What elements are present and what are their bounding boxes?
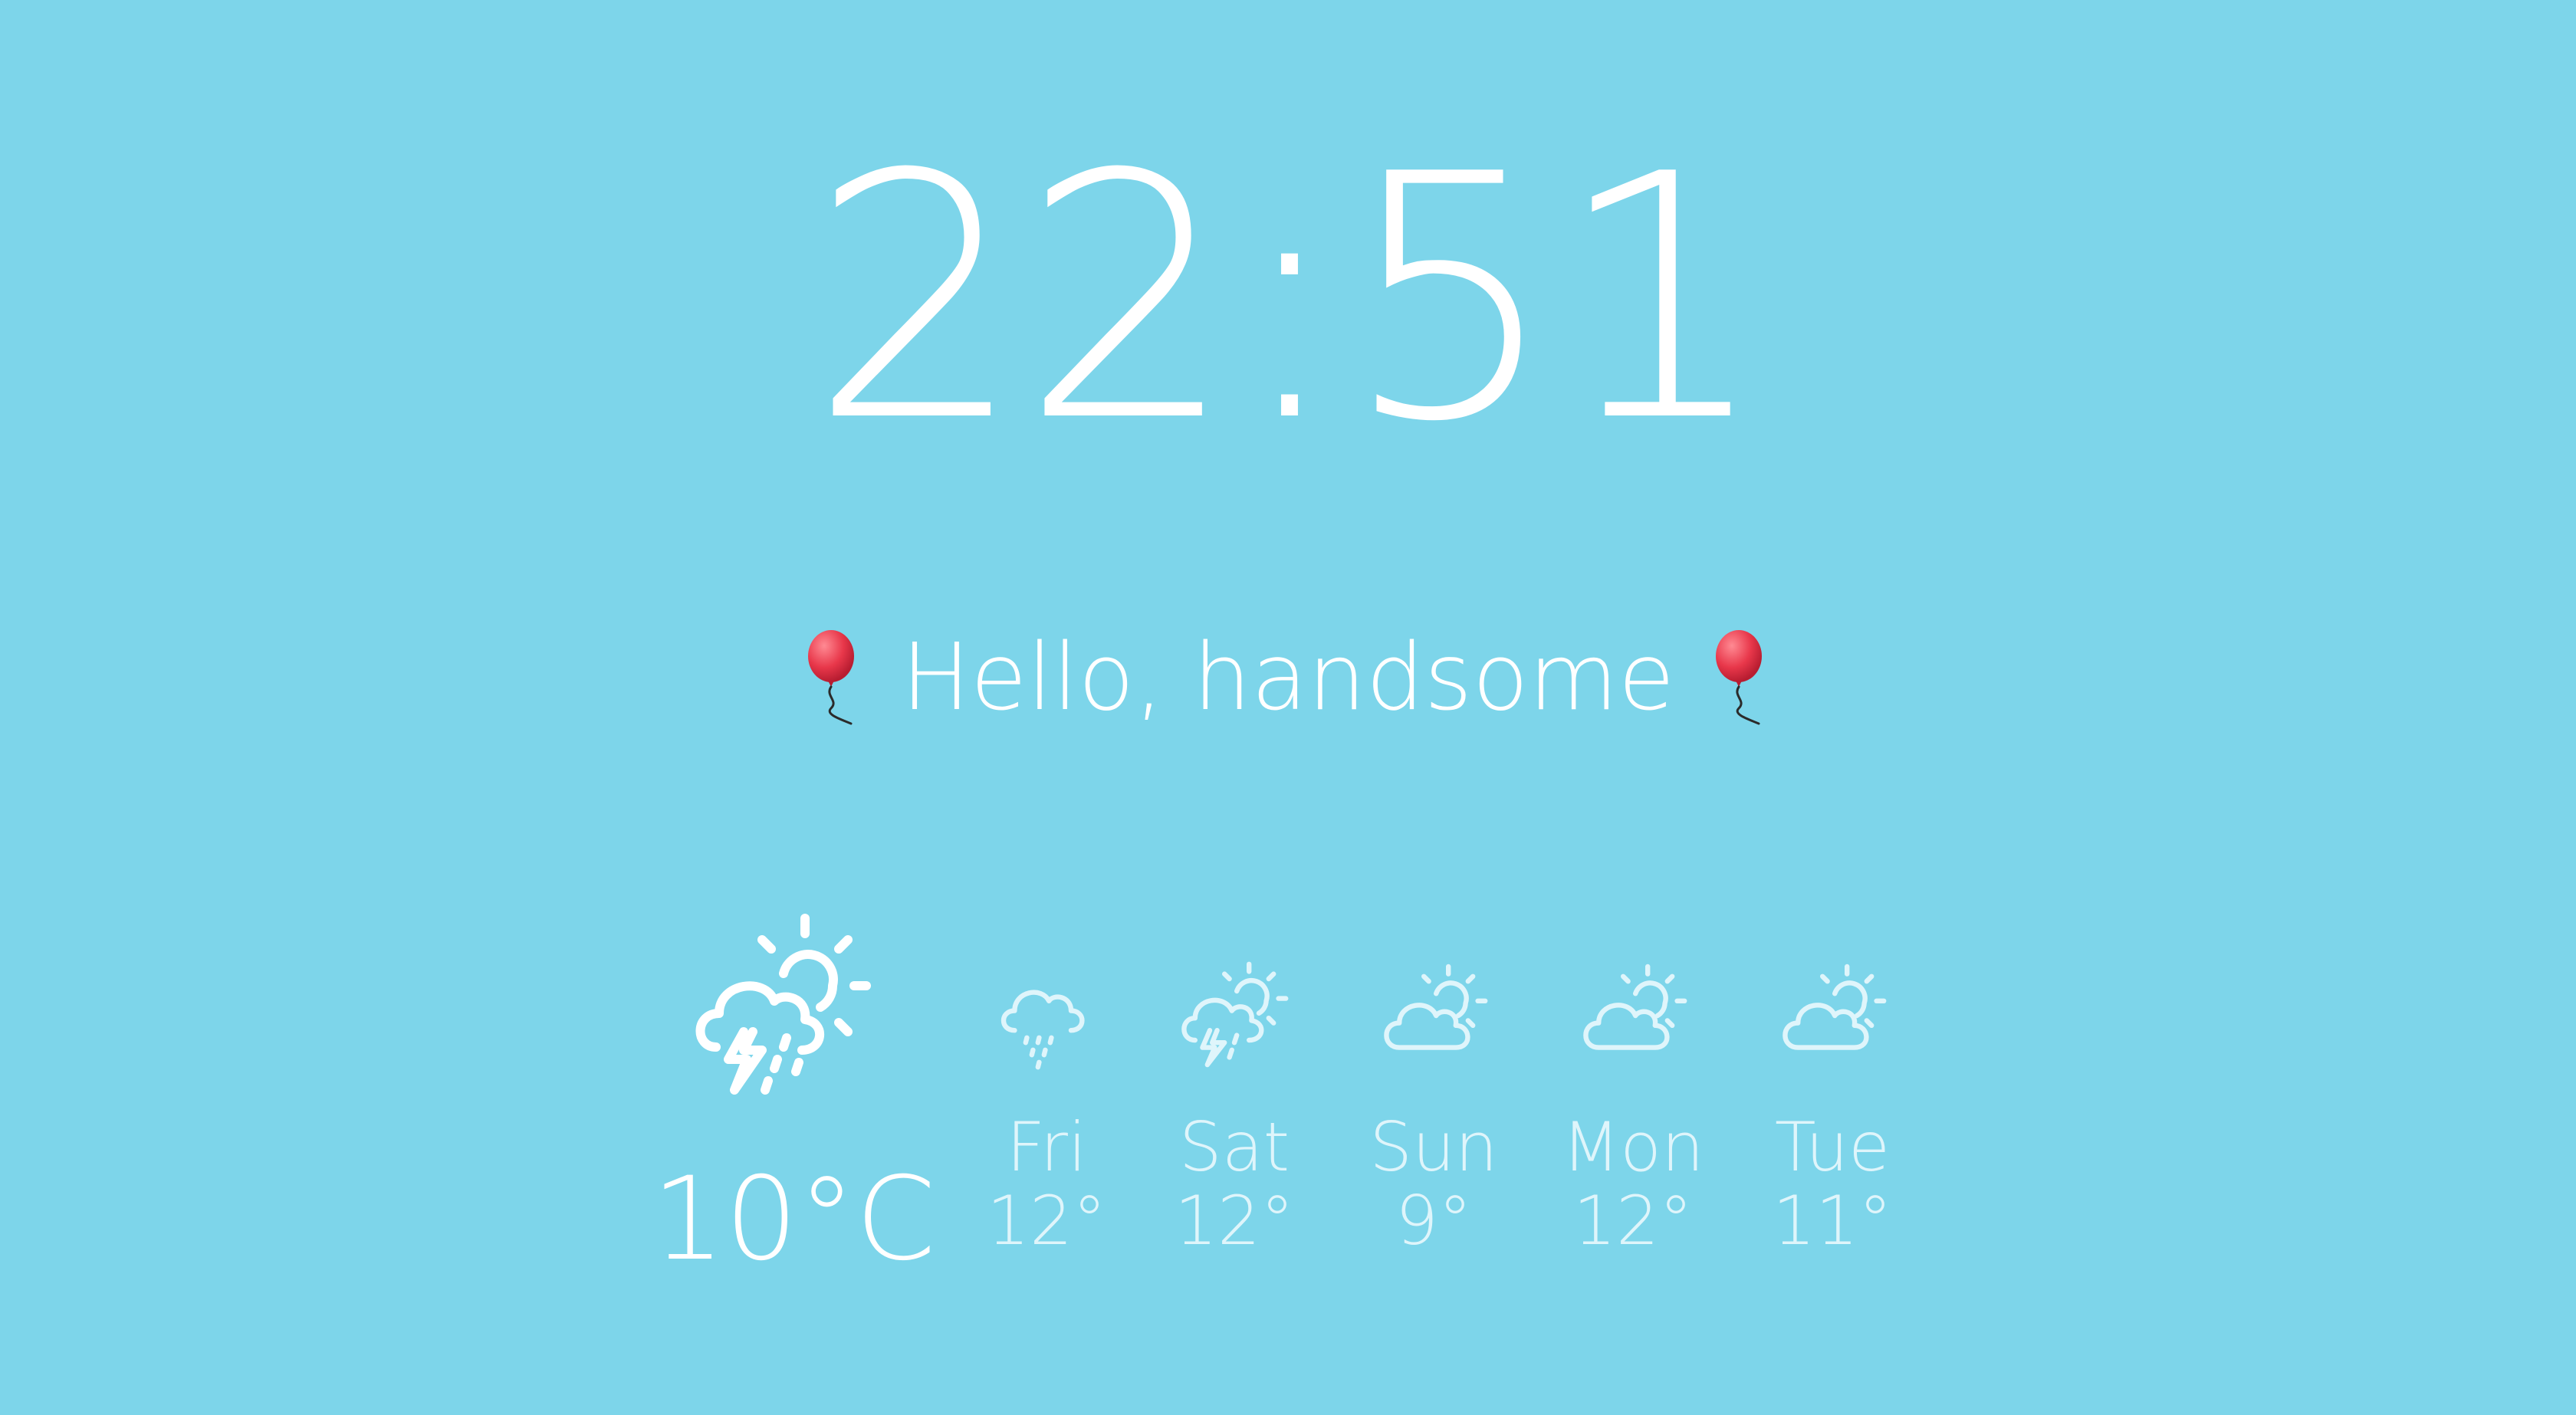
forecast-day-name: Fri <box>1006 1108 1087 1187</box>
drizzle-icon <box>1001 990 1085 1070</box>
forecast-day-temp: 12° <box>1573 1181 1693 1260</box>
partly-cloudy-icon <box>1384 964 1488 1050</box>
greeting: Hello, handsome <box>0 629 2576 728</box>
partly-cloudy-icon <box>1783 964 1887 1050</box>
forecast-day-temp: 12° <box>1175 1181 1294 1260</box>
forecast-day-name: Mon <box>1562 1108 1704 1187</box>
forecast-day-mon: Mon 12° <box>1556 954 1710 1255</box>
forecast-day-fri: Fri 12° <box>970 954 1123 1255</box>
greeting-text: Hello, handsome <box>901 625 1675 731</box>
clock-time: 22:51 <box>809 103 1769 495</box>
forecast-day-sat: Sat 12° <box>1158 954 1311 1255</box>
current-weather: 10°C <box>652 912 936 1286</box>
thunderstorm-partly-sunny-icon <box>1181 961 1289 1068</box>
dashboard: 22:51 Hello, handsome 10°C Fri 12° Sat 1… <box>0 0 2576 1415</box>
forecast-day-name: Sun <box>1369 1108 1498 1187</box>
forecast-day-name: Sat <box>1178 1108 1290 1187</box>
partly-cloudy-icon <box>1583 964 1687 1050</box>
forecast-day-temp: 11° <box>1773 1181 1892 1260</box>
forecast-day-temp: 12° <box>987 1181 1106 1260</box>
thunderstorm-partly-sunny-icon <box>695 914 871 1095</box>
current-temperature: 10°C <box>652 1153 936 1286</box>
balloon-icon <box>807 630 854 725</box>
balloon-icon <box>1716 630 1763 725</box>
weather-panel: 10°C Fri 12° Sat 12° Sun 9° Mon 12° Tue … <box>0 912 2576 1277</box>
forecast-day-temp: 9° <box>1395 1181 1472 1260</box>
forecast-day-tue: Tue 11° <box>1756 954 1909 1255</box>
forecast-day-name: Tue <box>1774 1108 1891 1187</box>
forecast-day-sun: Sun 9° <box>1357 954 1510 1255</box>
